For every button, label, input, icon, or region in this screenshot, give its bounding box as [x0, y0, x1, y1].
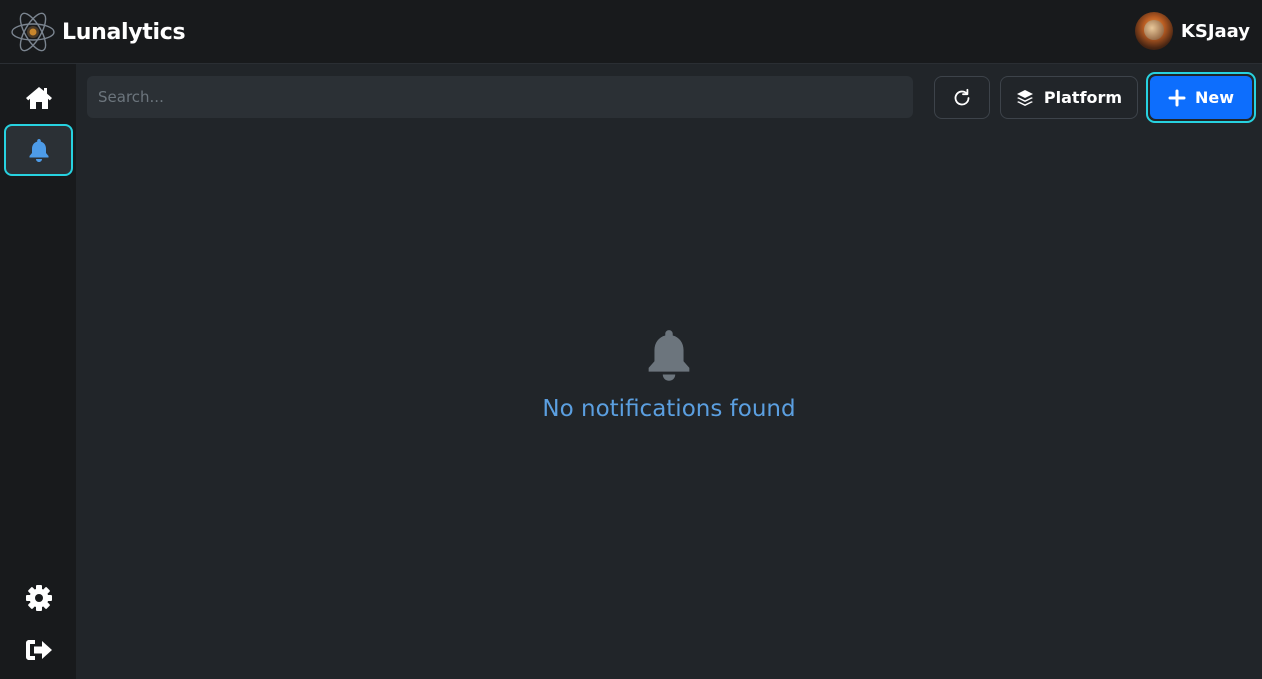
avatar	[1134, 12, 1173, 50]
user-menu[interactable]: KSJaay	[1134, 12, 1250, 50]
empty-state: No notifications found	[76, 328, 1262, 422]
atom-logo-icon	[11, 12, 55, 52]
plus-icon	[1168, 89, 1186, 106]
platform-button-label: Platform	[1043, 88, 1123, 107]
gear-icon	[25, 585, 52, 611]
new-button-label: New	[1194, 88, 1235, 107]
sidebar-item-settings[interactable]	[4, 572, 73, 624]
sidebar-item-notifications[interactable]	[4, 124, 73, 176]
sidebar-item-logout[interactable]	[4, 624, 73, 676]
brand[interactable]: Lunalytics	[10, 7, 186, 57]
logout-icon	[25, 640, 52, 660]
bell-icon	[648, 330, 690, 381]
bell-icon	[29, 139, 48, 162]
refresh-button[interactable]	[934, 76, 990, 119]
sidebar	[0, 64, 76, 679]
new-button-body: New	[1150, 76, 1252, 119]
search-input[interactable]	[87, 76, 913, 118]
layers-icon	[1016, 89, 1033, 106]
refresh-icon	[954, 88, 970, 105]
sidebar-item-home[interactable]	[4, 72, 73, 124]
username: KSJaay	[1180, 20, 1250, 42]
top-bar: Lunalytics KSJaay	[0, 0, 1262, 64]
platform-button[interactable]: Platform	[1000, 76, 1138, 119]
app-name: Lunalytics	[62, 19, 186, 45]
new-button[interactable]: New	[1146, 72, 1256, 123]
empty-message: No notifications found	[542, 396, 796, 422]
home-icon	[25, 87, 52, 109]
